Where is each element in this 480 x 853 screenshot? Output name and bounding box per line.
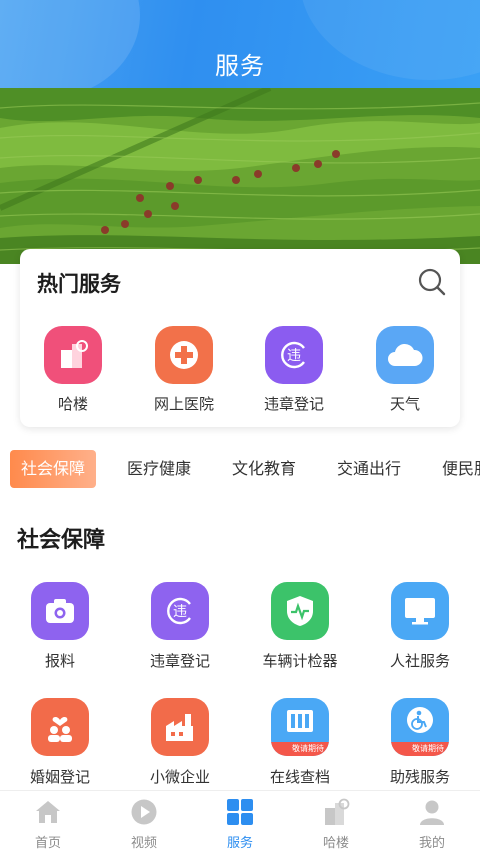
shield-pulse-icon <box>271 582 329 640</box>
hot-service-label: 哈楼 <box>57 395 88 413</box>
service-small-business[interactable]: 小微企业 <box>130 698 230 798</box>
hot-service-label: 网上医院 <box>153 395 214 413</box>
nav-label: 哈楼 <box>322 836 349 851</box>
couple-heart-icon <box>31 698 89 756</box>
service-vehicle-checker[interactable]: 车辆计检器 <box>250 582 350 682</box>
tab-transportation[interactable]: 交通出行 <box>337 450 401 488</box>
service-marriage-registration[interactable]: 婚姻登记 <box>10 698 110 798</box>
hot-service-traffic-violation[interactable]: 违 违章登记 <box>254 326 334 416</box>
svg-text:违: 违 <box>287 348 301 364</box>
nav-label: 视频 <box>130 836 157 851</box>
traffic-violation-icon: 违 <box>151 582 209 640</box>
service-label: 车辆计检器 <box>262 652 338 670</box>
traffic-violation-icon: 违 <box>265 326 323 384</box>
tab-convenience[interactable]: 便民服 <box>442 450 480 488</box>
top-header: 服务 <box>0 0 480 92</box>
nav-label: 服务 <box>226 836 253 851</box>
nav-services[interactable]: 服务 <box>192 797 288 853</box>
tab-medical-health[interactable]: 医疗健康 <box>127 450 191 488</box>
category-tabs: 社会保障 医疗健康 文化教育 交通出行 便民服 <box>0 450 480 490</box>
nav-profile[interactable]: 我的 <box>384 797 480 853</box>
archive-icon: 敬请期待 <box>271 698 329 756</box>
nav-label: 首页 <box>34 836 61 851</box>
service-human-resources[interactable]: 人社服务 <box>370 582 470 682</box>
service-traffic-violation[interactable]: 违 违章登记 <box>130 582 230 682</box>
banner-image[interactable] <box>0 88 480 264</box>
service-label: 报料 <box>44 652 75 670</box>
building-icon <box>44 326 102 384</box>
hot-service-halou[interactable]: 哈楼 <box>33 326 113 416</box>
service-label: 违章登记 <box>149 652 210 670</box>
coming-soon-badge: 敬请期待 <box>391 742 449 756</box>
nav-halou[interactable]: 哈楼 <box>288 797 384 853</box>
service-disability-assistance[interactable]: 敬请期待 助残服务 <box>370 698 470 798</box>
medical-cross-icon <box>155 326 213 384</box>
hot-service-online-hospital[interactable]: 网上医院 <box>144 326 224 416</box>
service-label: 在线查档 <box>269 768 330 786</box>
building-icon <box>321 797 351 827</box>
page-title: 服务 <box>215 52 265 80</box>
tea-field-illustration <box>0 88 480 264</box>
home-icon <box>33 797 63 827</box>
service-label: 人社服务 <box>389 652 450 670</box>
nav-video[interactable]: 视频 <box>96 797 192 853</box>
camera-icon <box>31 582 89 640</box>
section-title: 社会保障 <box>17 528 106 553</box>
bottom-navigation: 首页 视频 服务 哈楼 我的 <box>0 790 480 853</box>
hot-service-label: 违章登记 <box>263 395 324 413</box>
monitor-icon <box>391 582 449 640</box>
tab-culture-education[interactable]: 文化教育 <box>232 450 296 488</box>
cloud-icon <box>376 326 434 384</box>
hot-services-card: 热门服务 哈楼 网上医院 违 违章登记 天气 <box>20 249 460 427</box>
hot-service-weather[interactable]: 天气 <box>365 326 445 416</box>
nav-label: 我的 <box>418 836 445 851</box>
service-online-archive[interactable]: 敬请期待 在线查档 <box>250 698 350 798</box>
search-icon[interactable] <box>417 267 447 297</box>
play-icon <box>129 797 159 827</box>
tab-social-security[interactable]: 社会保障 <box>10 450 97 488</box>
factory-icon <box>151 698 209 756</box>
coming-soon-badge: 敬请期待 <box>271 742 329 756</box>
wheelchair-icon: 敬请期待 <box>391 698 449 756</box>
service-report[interactable]: 报料 <box>10 582 110 682</box>
nav-home[interactable]: 首页 <box>0 797 96 853</box>
service-label: 婚姻登记 <box>29 768 90 786</box>
hot-services-title: 热门服务 <box>37 272 121 296</box>
user-icon <box>417 797 447 827</box>
hot-service-label: 天气 <box>389 395 420 413</box>
service-label: 小微企业 <box>149 768 210 786</box>
grid-icon <box>225 797 255 827</box>
svg-text:违: 违 <box>173 604 187 620</box>
service-label: 助残服务 <box>389 768 450 786</box>
